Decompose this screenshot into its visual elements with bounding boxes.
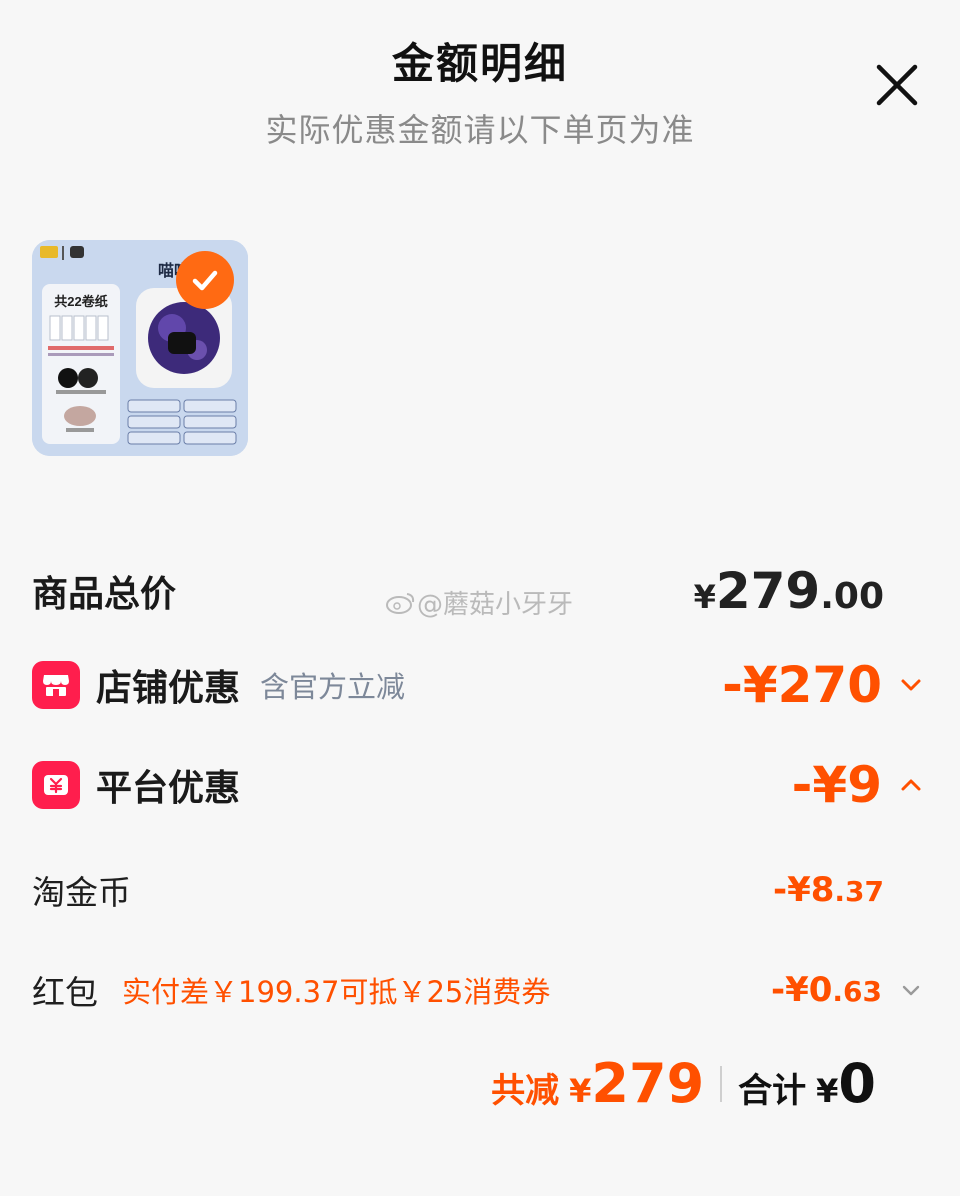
- close-button[interactable]: [874, 62, 920, 108]
- page-subtitle: 实际优惠金额请以下单页为准: [265, 111, 695, 149]
- red-packet-amount-cents: .63: [832, 975, 882, 1008]
- store-icon: [32, 661, 80, 709]
- store-discount-amount: -¥270: [722, 656, 882, 714]
- store-discount-note: 含官方立减: [260, 670, 406, 704]
- product-total-decimal: .00: [820, 576, 884, 617]
- total-reduce-currency: ¥: [569, 1072, 592, 1110]
- row-platform-discount[interactable]: 平台优惠 -¥9: [32, 756, 924, 814]
- page-title: 金额明细: [391, 39, 568, 88]
- product-total-label: 商品总价: [32, 574, 177, 615]
- store-discount-label: 店铺优惠: [96, 668, 241, 709]
- check-icon: [192, 270, 218, 291]
- grand-total-label: 合计: [738, 1071, 807, 1111]
- divider: [720, 1065, 723, 1102]
- platform-discount-amount: -¥9: [791, 756, 882, 814]
- red-packet-label: 红包: [32, 973, 98, 1012]
- coins-amount-cents: .37: [834, 875, 884, 908]
- coins-label: 淘金币: [32, 873, 131, 912]
- row-coins: 淘金币 -¥8.37: [32, 866, 884, 914]
- row-product-total: 商品总价 ¥279.00: [32, 562, 884, 620]
- total-reduce-value: 279: [591, 1052, 705, 1115]
- summary-footer: 共减 ¥ 279 合计 ¥ 0: [491, 1052, 876, 1115]
- chevron-up-icon[interactable]: [898, 772, 924, 798]
- coins-amount-main: -¥8: [772, 870, 835, 910]
- modal-header: 金额明细 实际优惠金额请以下单页为准: [0, 30, 960, 151]
- product-total-integer: 279: [715, 562, 821, 620]
- close-icon[interactable]: [874, 62, 920, 108]
- product-total-currency: ¥: [693, 578, 716, 616]
- coins-amount: -¥8.37: [773, 870, 884, 910]
- red-packet-amount: -¥0.63: [771, 970, 882, 1010]
- row-store-discount[interactable]: 店铺优惠 含官方立减 -¥270: [32, 656, 924, 714]
- svg-text:共22卷纸: 共22卷纸: [54, 294, 107, 309]
- row-red-packet[interactable]: 红包 实付差￥199.37可抵￥25消费券 -¥0.63: [32, 966, 924, 1014]
- grand-total-value: 0: [838, 1052, 876, 1115]
- product-total-price: ¥279.00: [694, 562, 884, 620]
- grand-total-currency: ¥: [816, 1072, 839, 1110]
- chevron-down-icon[interactable]: [898, 977, 924, 1003]
- total-reduce-label: 共减: [491, 1071, 560, 1111]
- red-packet-note: 实付差￥199.37可抵￥25消费券: [122, 975, 551, 1009]
- platform-coupon-icon: [32, 761, 80, 809]
- red-packet-amount-main: -¥0: [770, 970, 833, 1010]
- chevron-down-icon[interactable]: [898, 672, 924, 698]
- selected-check-badge[interactable]: [176, 251, 234, 309]
- platform-discount-label: 平台优惠: [96, 768, 241, 809]
